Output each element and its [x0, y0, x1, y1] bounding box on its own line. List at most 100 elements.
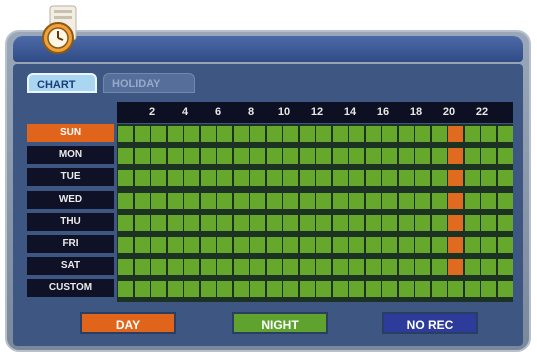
schedule-cell[interactable]: [365, 148, 381, 165]
schedule-cell[interactable]: [415, 237, 430, 253]
schedule-cell[interactable]: [415, 192, 430, 209]
schedule-cell[interactable]: [184, 281, 199, 298]
schedule-cell[interactable]: [134, 148, 150, 165]
schedule-cell[interactable]: [250, 148, 265, 165]
schedule-cell[interactable]: [167, 214, 183, 231]
schedule-cell[interactable]: [299, 126, 315, 142]
schedule-cell[interactable]: [365, 214, 381, 231]
schedule-cell[interactable]: [398, 281, 414, 298]
schedule-cell[interactable]: [382, 170, 397, 187]
schedule-cell[interactable]: [332, 259, 348, 276]
schedule-cell[interactable]: [349, 126, 364, 142]
schedule-cell[interactable]: [365, 170, 381, 187]
schedule-cell[interactable]: [316, 237, 331, 253]
schedule-cell[interactable]: [448, 170, 463, 187]
schedule-cell[interactable]: [332, 192, 348, 209]
schedule-cell[interactable]: [431, 281, 447, 298]
schedule-cell[interactable]: [283, 192, 298, 209]
schedule-cell[interactable]: [200, 148, 216, 165]
schedule-cell[interactable]: [398, 259, 414, 276]
schedule-cell[interactable]: [151, 192, 166, 209]
schedule-cell[interactable]: [316, 259, 331, 276]
schedule-cell[interactable]: [250, 259, 265, 276]
schedule-cell[interactable]: [151, 148, 166, 165]
tab-chart[interactable]: CHART: [27, 73, 97, 93]
schedule-cell[interactable]: [283, 214, 298, 231]
schedule-cell[interactable]: [349, 281, 364, 298]
schedule-cell[interactable]: [118, 126, 133, 142]
schedule-cell[interactable]: [497, 237, 513, 253]
schedule-cell[interactable]: [382, 148, 397, 165]
schedule-cell[interactable]: [316, 148, 331, 165]
schedule-cell[interactable]: [151, 281, 166, 298]
schedule-cell[interactable]: [382, 126, 397, 142]
schedule-cell[interactable]: [481, 237, 496, 253]
schedule-cell[interactable]: [332, 148, 348, 165]
schedule-cell[interactable]: [365, 259, 381, 276]
schedule-cell[interactable]: [349, 170, 364, 187]
schedule-cell[interactable]: [266, 281, 282, 298]
day-label-mon[interactable]: MON: [27, 146, 114, 165]
schedule-cell[interactable]: [481, 170, 496, 187]
schedule-cell[interactable]: [365, 192, 381, 209]
schedule-cell[interactable]: [497, 170, 513, 187]
schedule-cell[interactable]: [167, 170, 183, 187]
schedule-cell[interactable]: [398, 170, 414, 187]
schedule-cell[interactable]: [316, 126, 331, 142]
schedule-cell[interactable]: [349, 192, 364, 209]
schedule-cell[interactable]: [250, 214, 265, 231]
day-label-sun[interactable]: SUN: [27, 124, 114, 142]
schedule-cell[interactable]: [464, 281, 480, 298]
schedule-cell[interactable]: [266, 148, 282, 165]
schedule-cell[interactable]: [233, 170, 249, 187]
schedule-cell[interactable]: [464, 126, 480, 142]
schedule-cell[interactable]: [415, 281, 430, 298]
schedule-cell[interactable]: [497, 192, 513, 209]
schedule-cell[interactable]: [415, 170, 430, 187]
schedule-cell[interactable]: [118, 281, 133, 298]
schedule-cell[interactable]: [448, 192, 463, 209]
schedule-cell[interactable]: [283, 170, 298, 187]
schedule-cell[interactable]: [349, 148, 364, 165]
schedule-cell[interactable]: [283, 281, 298, 298]
schedule-cell[interactable]: [266, 192, 282, 209]
schedule-cell[interactable]: [365, 281, 381, 298]
schedule-cell[interactable]: [118, 237, 133, 253]
schedule-cell[interactable]: [365, 237, 381, 253]
schedule-cell[interactable]: [481, 281, 496, 298]
schedule-cell[interactable]: [184, 237, 199, 253]
schedule-cell[interactable]: [184, 170, 199, 187]
day-label-sat[interactable]: SAT: [27, 257, 114, 276]
schedule-cell[interactable]: [382, 214, 397, 231]
schedule-cell[interactable]: [349, 214, 364, 231]
schedule-cell[interactable]: [464, 192, 480, 209]
schedule-cell[interactable]: [299, 192, 315, 209]
schedule-cell[interactable]: [299, 237, 315, 253]
schedule-cell[interactable]: [151, 237, 166, 253]
schedule-cell[interactable]: [464, 259, 480, 276]
schedule-cell[interactable]: [415, 148, 430, 165]
schedule-cell[interactable]: [217, 192, 232, 209]
schedule-cell[interactable]: [497, 148, 513, 165]
schedule-cell[interactable]: [233, 281, 249, 298]
schedule-cell[interactable]: [217, 259, 232, 276]
schedule-cell[interactable]: [448, 237, 463, 253]
schedule-cell[interactable]: [481, 192, 496, 209]
schedule-cell[interactable]: [233, 214, 249, 231]
schedule-cell[interactable]: [266, 126, 282, 142]
schedule-cell[interactable]: [448, 281, 463, 298]
schedule-cell[interactable]: [118, 259, 133, 276]
schedule-cell[interactable]: [250, 192, 265, 209]
schedule-cell[interactable]: [332, 281, 348, 298]
schedule-cell[interactable]: [250, 170, 265, 187]
schedule-cell[interactable]: [167, 192, 183, 209]
schedule-cell[interactable]: [349, 237, 364, 253]
schedule-cell[interactable]: [250, 126, 265, 142]
schedule-cell[interactable]: [266, 237, 282, 253]
schedule-cell[interactable]: [299, 148, 315, 165]
schedule-cell[interactable]: [283, 148, 298, 165]
schedule-cell[interactable]: [167, 237, 183, 253]
schedule-cell[interactable]: [134, 214, 150, 231]
schedule-cell[interactable]: [200, 192, 216, 209]
schedule-cell[interactable]: [316, 170, 331, 187]
